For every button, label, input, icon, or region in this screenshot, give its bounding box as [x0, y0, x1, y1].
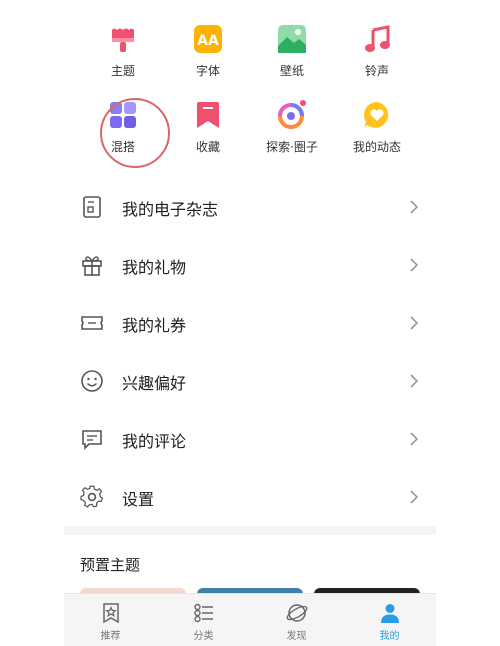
grid-label: 我的动态 — [352, 140, 401, 154]
heart-bubble-icon — [363, 101, 389, 128]
gift-icon — [82, 256, 102, 276]
music-note-icon — [365, 25, 390, 52]
menu-label: 兴趣偏好 — [122, 374, 187, 393]
menu-label: 我的礼物 — [122, 258, 187, 277]
menu-item-magazine[interactable]: 我的电子杂志 — [64, 178, 436, 236]
tab-label: 分类 — [193, 631, 214, 642]
magazine-icon — [83, 196, 101, 218]
bottom-tab-bar: 推荐 分类 发现 我的 — [64, 593, 436, 646]
grid-label: 收藏 — [195, 140, 220, 154]
tab-category[interactable]: 分类 — [157, 594, 250, 646]
grid-label: 字体 — [195, 64, 220, 78]
chevron-right-icon — [410, 432, 419, 446]
grid-item-favorites[interactable]: 收藏 — [168, 100, 248, 155]
explore-ring-icon — [278, 100, 306, 129]
grid-item-wallpaper[interactable]: 壁纸 — [252, 24, 332, 79]
menu-item-settings[interactable]: 设置 — [64, 468, 436, 526]
coupon-icon — [81, 316, 103, 330]
font-icon: AA — [194, 25, 222, 53]
chevron-right-icon — [410, 200, 419, 214]
grid-item-explore[interactable]: 探索·圈子 — [252, 100, 332, 155]
tab-mine[interactable]: 我的 — [343, 594, 436, 646]
tab-discover[interactable]: 发现 — [250, 594, 343, 646]
menu-item-interests[interactable]: 兴趣偏好 — [64, 352, 436, 410]
menu-label: 我的评论 — [122, 432, 187, 451]
gear-icon — [80, 485, 104, 508]
section-separator — [64, 526, 436, 535]
menu-label: 我的礼券 — [122, 316, 187, 335]
menu-item-comments[interactable]: 我的评论 — [64, 410, 436, 468]
category-list-icon — [193, 603, 213, 623]
preset-themes-title: 预置主题 — [80, 556, 141, 574]
person-icon — [380, 604, 399, 623]
menu-label: 设置 — [122, 490, 155, 509]
star-bookmark-icon — [102, 603, 119, 624]
planet-icon — [286, 604, 307, 622]
chevron-right-icon — [410, 490, 419, 504]
grid-item-ringtone[interactable]: 铃声 — [337, 24, 417, 79]
grid-label: 探索·圈子 — [266, 140, 318, 154]
brush-icon — [112, 28, 134, 52]
svg-text:AA: AA — [197, 33, 219, 49]
wallpaper-icon — [278, 25, 306, 53]
grid-label: 铃声 — [364, 64, 389, 78]
tab-label: 发现 — [286, 631, 307, 642]
menu-label: 我的电子杂志 — [122, 200, 219, 219]
tab-label: 推荐 — [100, 631, 121, 642]
chevron-right-icon — [410, 258, 419, 272]
comment-icon — [82, 430, 102, 450]
grid-item-font[interactable]: AA 字体 — [168, 24, 248, 79]
chevron-right-icon — [410, 374, 419, 388]
menu-item-coupons[interactable]: 我的礼券 — [64, 294, 436, 352]
smile-icon — [81, 370, 103, 392]
tab-recommend[interactable]: 推荐 — [64, 594, 157, 646]
tab-label: 我的 — [379, 631, 400, 642]
grid-label: 主题 — [110, 64, 135, 78]
grid-label: 壁纸 — [279, 64, 304, 78]
highlight-circle — [100, 98, 170, 168]
grid-item-my-feed[interactable]: 我的动态 — [337, 100, 417, 155]
chevron-right-icon — [410, 316, 419, 330]
grid-item-theme[interactable]: 主题 — [83, 24, 163, 79]
menu-item-gifts[interactable]: 我的礼物 — [64, 236, 436, 294]
bookmark-icon — [197, 102, 219, 128]
